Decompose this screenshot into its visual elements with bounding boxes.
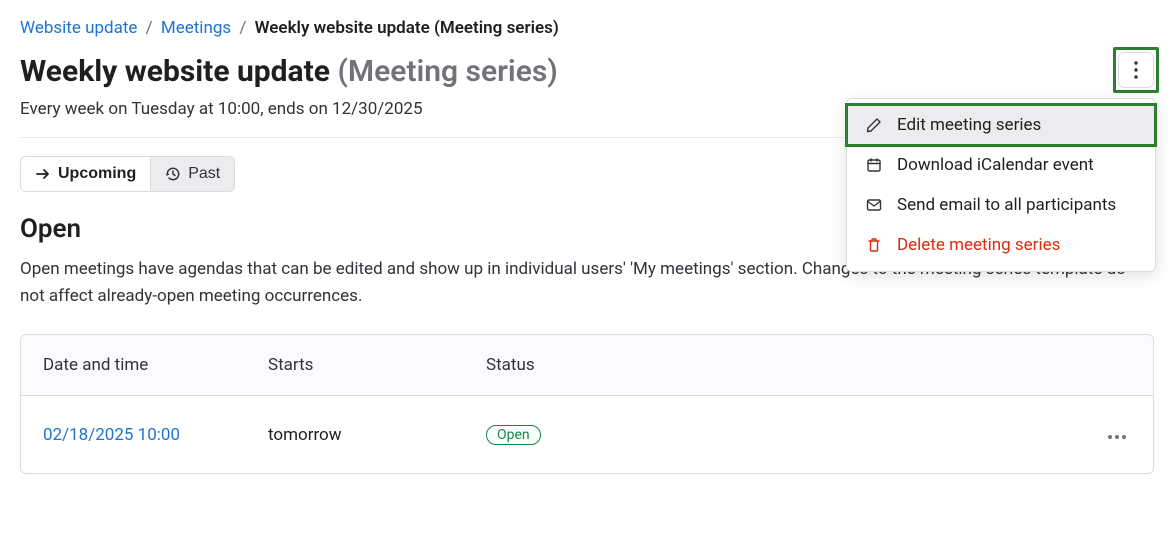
menu-download-label: Download iCalendar event <box>897 155 1094 175</box>
table-header: Date and time Starts Status <box>21 335 1153 396</box>
tab-past[interactable]: Past <box>151 156 235 192</box>
menu-edit-label: Edit meeting series <box>897 115 1041 135</box>
menu-delete-series[interactable]: Delete meeting series <box>847 225 1155 265</box>
breadcrumb-middle-link[interactable]: Meetings <box>161 18 231 38</box>
actions-dropdown: Edit meeting series Download iCalendar e… <box>846 98 1156 272</box>
breadcrumb-current: Weekly website update (Meeting series) <box>255 18 559 38</box>
menu-edit-series[interactable]: Edit meeting series <box>847 105 1155 145</box>
menu-email-label: Send email to all participants <box>897 195 1116 215</box>
menu-download-ical[interactable]: Download iCalendar event <box>847 145 1155 185</box>
menu-delete-label: Delete meeting series <box>897 235 1060 255</box>
status-badge: Open <box>486 425 541 445</box>
pencil-icon <box>865 116 883 134</box>
more-actions-button[interactable] <box>1118 52 1154 88</box>
page-title: Weekly website update (Meeting series) <box>20 52 558 91</box>
col-header-actions <box>1071 355 1131 375</box>
kebab-icon <box>1134 61 1138 79</box>
tab-group: Upcoming Past <box>20 156 235 192</box>
tab-upcoming[interactable]: Upcoming <box>20 156 151 192</box>
history-icon <box>165 166 181 182</box>
col-header-date: Date and time <box>43 355 268 375</box>
breadcrumb-separator: / <box>239 18 246 38</box>
breadcrumb-root-link[interactable]: Website update <box>20 18 137 38</box>
meeting-starts: tomorrow <box>268 425 486 445</box>
trash-icon <box>865 236 883 254</box>
table-row: 02/18/2025 10:00 tomorrow Open <box>21 396 1153 473</box>
meeting-date-link[interactable]: 02/18/2025 10:00 <box>43 425 180 445</box>
mail-icon <box>865 196 883 214</box>
arrow-right-icon <box>35 166 51 182</box>
row-more-button[interactable] <box>1103 430 1131 444</box>
ellipsis-icon <box>1107 434 1127 440</box>
col-header-starts: Starts <box>268 355 486 375</box>
page-title-main: Weekly website update <box>20 54 330 89</box>
breadcrumb-separator: / <box>146 18 153 38</box>
page-title-suffix: (Meeting series) <box>337 54 557 89</box>
breadcrumb: Website update / Meetings / Weekly websi… <box>20 18 1154 38</box>
col-header-status: Status <box>486 355 1071 375</box>
menu-send-email[interactable]: Send email to all participants <box>847 185 1155 225</box>
meetings-table: Date and time Starts Status 02/18/2025 1… <box>20 334 1154 474</box>
tab-upcoming-label: Upcoming <box>58 165 136 183</box>
calendar-icon <box>865 156 883 174</box>
tab-past-label: Past <box>188 165 220 183</box>
